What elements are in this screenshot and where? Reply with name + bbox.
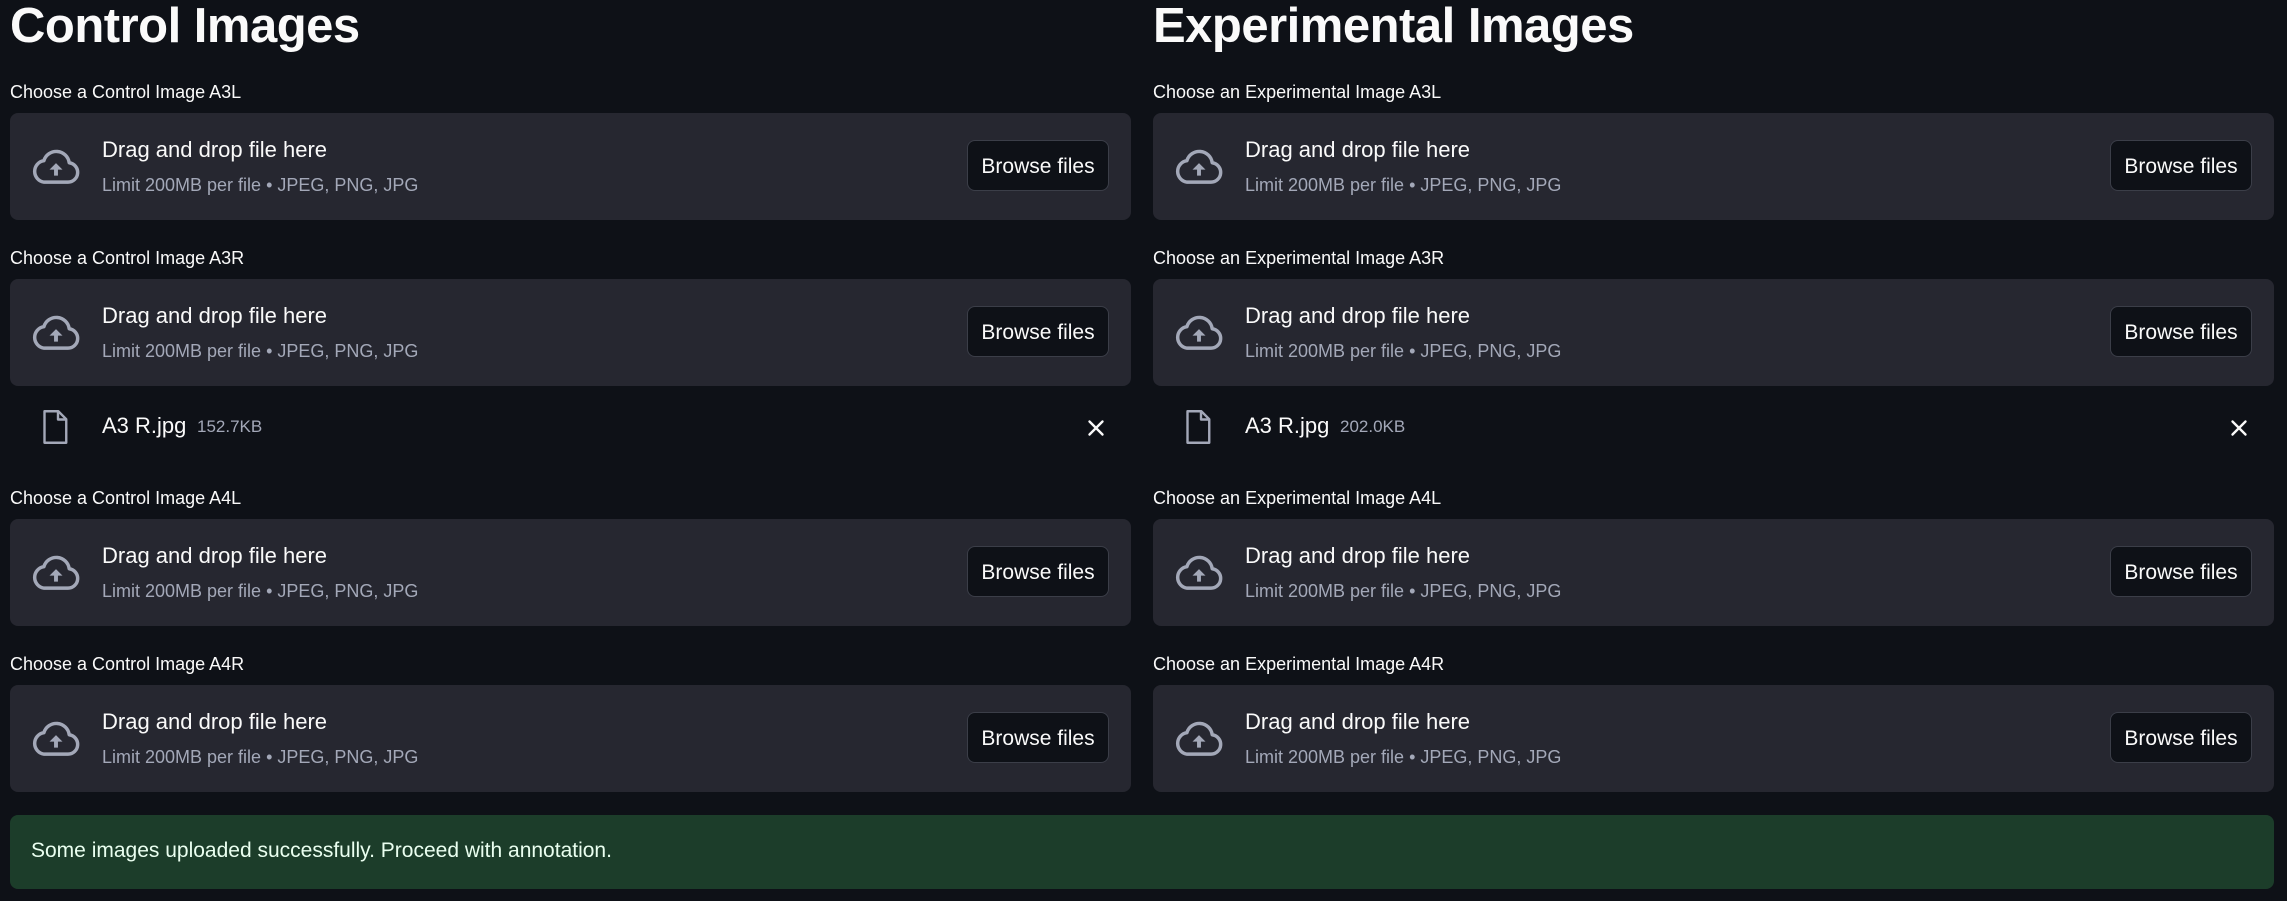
cloud-upload-icon [1175, 315, 1223, 350]
experimental-a4r-dropzone[interactable]: Drag and drop file here Limit 200MB per … [1153, 685, 2274, 792]
success-alert: Some images uploaded successfully. Proce… [10, 815, 2274, 889]
uploaded-file-name: A3 R.jpg [1245, 413, 1330, 438]
experimental-a3r-label: Choose an Experimental Image A3R [1153, 248, 1445, 268]
cloud-upload-icon [1175, 721, 1223, 756]
cloud-upload-icon [32, 555, 80, 590]
dropzone-hint: Limit 200MB per file • JPEG, PNG, JPG [1245, 747, 1562, 767]
dropzone-hint: Limit 200MB per file • JPEG, PNG, JPG [102, 581, 419, 601]
experimental-a3l-label: Choose an Experimental Image A3L [1153, 82, 1442, 102]
dropzone-hint: Limit 200MB per file • JPEG, PNG, JPG [1245, 175, 1562, 195]
control-a3l-browse-button[interactable]: Browse files [967, 140, 1109, 191]
file-icon [1186, 410, 1211, 444]
experimental-a3r-dropzone[interactable]: Drag and drop file here Limit 200MB per … [1153, 279, 2274, 386]
control-a4l-browse-button[interactable]: Browse files [967, 546, 1109, 597]
cloud-upload-icon [32, 721, 80, 756]
dropzone-title: Drag and drop file here [102, 709, 328, 734]
close-icon[interactable] [1083, 415, 1109, 441]
cloud-upload-icon [32, 315, 80, 350]
experimental-a4r-browse-button[interactable]: Browse files [2110, 712, 2252, 763]
dropzone-title: Drag and drop file here [102, 303, 328, 328]
control-a4l-dropzone[interactable]: Drag and drop file here Limit 200MB per … [10, 519, 1131, 626]
experimental-a3l-browse-button[interactable]: Browse files [2110, 140, 2252, 191]
dropzone-title: Drag and drop file here [1245, 709, 1471, 734]
dropzone-title: Drag and drop file here [102, 543, 328, 568]
dropzone-hint: Limit 200MB per file • JPEG, PNG, JPG [1245, 581, 1562, 601]
control-a3r-dropzone[interactable]: Drag and drop file here Limit 200MB per … [10, 279, 1131, 386]
control-a3r-uploaded-file: A3 R.jpg 152.7KB [10, 402, 1131, 452]
cloud-upload-icon [1175, 149, 1223, 184]
file-icon [43, 410, 68, 444]
dropzone-hint: Limit 200MB per file • JPEG, PNG, JPG [1245, 341, 1562, 361]
uploaded-file-name: A3 R.jpg [102, 413, 187, 438]
control-images-heading: Control Images [10, 0, 360, 53]
dropzone-title: Drag and drop file here [102, 137, 328, 162]
control-a3r-browse-button[interactable]: Browse files [967, 306, 1109, 357]
control-a4r-dropzone[interactable]: Drag and drop file here Limit 200MB per … [10, 685, 1131, 792]
dropzone-hint: Limit 200MB per file • JPEG, PNG, JPG [102, 341, 419, 361]
experimental-a4l-browse-button[interactable]: Browse files [2110, 546, 2252, 597]
control-a3l-label: Choose a Control Image A3L [10, 82, 242, 102]
cloud-upload-icon [1175, 555, 1223, 590]
control-a4l-label: Choose a Control Image A4L [10, 488, 242, 508]
dropzone-title: Drag and drop file here [1245, 137, 1471, 162]
experimental-a3l-dropzone[interactable]: Drag and drop file here Limit 200MB per … [1153, 113, 2274, 220]
experimental-a3r-browse-button[interactable]: Browse files [2110, 306, 2252, 357]
experimental-images-column: Experimental Images Choose an Experiment… [1153, 0, 2274, 792]
control-a4r-label: Choose a Control Image A4R [10, 654, 245, 674]
experimental-a4l-dropzone[interactable]: Drag and drop file here Limit 200MB per … [1153, 519, 2274, 626]
close-icon[interactable] [2226, 415, 2252, 441]
control-images-column: Control Images Choose a Control Image A3… [10, 0, 1131, 792]
cloud-upload-icon [32, 149, 80, 184]
dropzone-title: Drag and drop file here [1245, 543, 1471, 568]
control-a4r-browse-button[interactable]: Browse files [967, 712, 1109, 763]
dropzone-hint: Limit 200MB per file • JPEG, PNG, JPG [102, 175, 419, 195]
uploaded-file-size: 202.0KB [1340, 417, 1406, 436]
experimental-a4l-label: Choose an Experimental Image A4L [1153, 488, 1442, 508]
uploaded-file-size: 152.7KB [197, 417, 263, 436]
experimental-a3r-uploaded-file: A3 R.jpg 202.0KB [1153, 402, 2274, 452]
dropzone-title: Drag and drop file here [1245, 303, 1471, 328]
dropzone-hint: Limit 200MB per file • JPEG, PNG, JPG [102, 747, 419, 767]
control-a3l-dropzone[interactable]: Drag and drop file here Limit 200MB per … [10, 113, 1131, 220]
experimental-images-heading: Experimental Images [1153, 0, 1634, 53]
success-message: Some images uploaded successfully. Proce… [31, 839, 612, 862]
control-a3r-label: Choose a Control Image A3R [10, 248, 245, 268]
experimental-a4r-label: Choose an Experimental Image A4R [1153, 654, 1445, 674]
